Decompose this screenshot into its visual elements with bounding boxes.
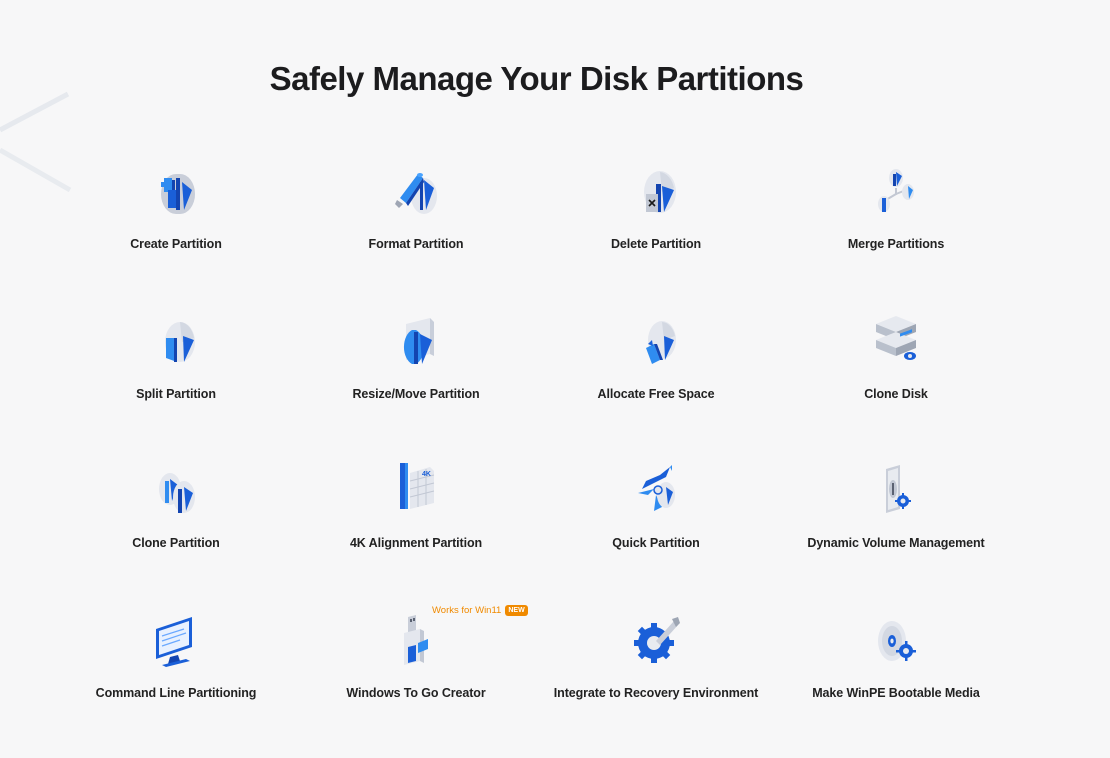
feature-label: Command Line Partitioning xyxy=(96,686,257,700)
feature-integrate-recovery-environment[interactable]: Integrate to Recovery Environment xyxy=(536,609,776,758)
recovery-environment-icon xyxy=(626,609,686,671)
feature-delete-partition[interactable]: Delete Partition xyxy=(536,160,776,310)
feature-label: Windows To Go Creator xyxy=(346,686,485,700)
new-badge: NEW xyxy=(505,605,527,616)
feature-label: Merge Partitions xyxy=(848,237,944,251)
create-partition-icon xyxy=(146,160,206,222)
feature-label: Integrate to Recovery Environment xyxy=(554,686,758,700)
feature-split-partition[interactable]: Split Partition xyxy=(56,310,296,460)
command-line-icon xyxy=(146,609,206,671)
feature-label: Clone Partition xyxy=(132,536,219,550)
feature-allocate-free-space[interactable]: Allocate Free Space xyxy=(536,310,776,460)
feature-command-line-partitioning[interactable]: Command Line Partitioning xyxy=(56,609,296,758)
feature-label: Format Partition xyxy=(369,237,464,251)
win11-badge: Works for Win11 NEW xyxy=(432,605,528,616)
feature-label: Delete Partition xyxy=(611,237,701,251)
quick-partition-icon xyxy=(626,459,686,521)
feature-label: Dynamic Volume Management xyxy=(807,536,984,550)
split-partition-icon xyxy=(146,310,206,372)
4k-alignment-icon: 4K xyxy=(386,459,446,521)
feature-clone-disk[interactable]: Clone Disk xyxy=(776,310,1016,460)
feature-label: 4K Alignment Partition xyxy=(350,536,482,550)
feature-4k-alignment-partition[interactable]: 4K 4K Alignment Partition xyxy=(296,459,536,609)
feature-merge-partitions[interactable]: Merge Partitions xyxy=(776,160,1016,310)
feature-create-partition[interactable]: Create Partition xyxy=(56,160,296,310)
feature-make-winpe-bootable-media[interactable]: Make WinPE Bootable Media xyxy=(776,609,1016,758)
delete-partition-icon xyxy=(626,160,686,222)
allocate-free-space-icon xyxy=(626,310,686,372)
feature-format-partition[interactable]: Format Partition xyxy=(296,160,536,310)
merge-partitions-icon xyxy=(866,160,926,222)
feature-quick-partition[interactable]: Quick Partition xyxy=(536,459,776,609)
features-grid: Create Partition Format Partition Delete… xyxy=(56,160,1016,758)
feature-resize-move-partition[interactable]: Resize/Move Partition xyxy=(296,310,536,460)
badge-text: Works for Win11 xyxy=(432,605,501,616)
feature-label: Resize/Move Partition xyxy=(352,387,479,401)
format-partition-icon xyxy=(386,160,446,222)
feature-label: Allocate Free Space xyxy=(598,387,715,401)
resize-move-partition-icon xyxy=(386,310,446,372)
feature-label: Make WinPE Bootable Media xyxy=(812,686,980,700)
dynamic-volume-icon xyxy=(866,459,926,521)
feature-label: Clone Disk xyxy=(864,387,928,401)
clone-disk-icon xyxy=(866,310,926,372)
feature-label: Create Partition xyxy=(130,237,221,251)
bootable-media-icon xyxy=(866,609,926,671)
feature-label: Split Partition xyxy=(136,387,216,401)
usb-drive-icon xyxy=(386,609,446,671)
feature-windows-to-go-creator[interactable]: Works for Win11 NEW Windows To Go Creato… xyxy=(296,609,536,758)
feature-label: Quick Partition xyxy=(612,536,699,550)
page-title: Safely Manage Your Disk Partitions xyxy=(0,60,1073,98)
feature-dynamic-volume-management[interactable]: Dynamic Volume Management xyxy=(776,459,1016,609)
feature-clone-partition[interactable]: Clone Partition xyxy=(56,459,296,609)
4k-label: 4K xyxy=(422,471,431,478)
clone-partition-icon xyxy=(146,459,206,521)
